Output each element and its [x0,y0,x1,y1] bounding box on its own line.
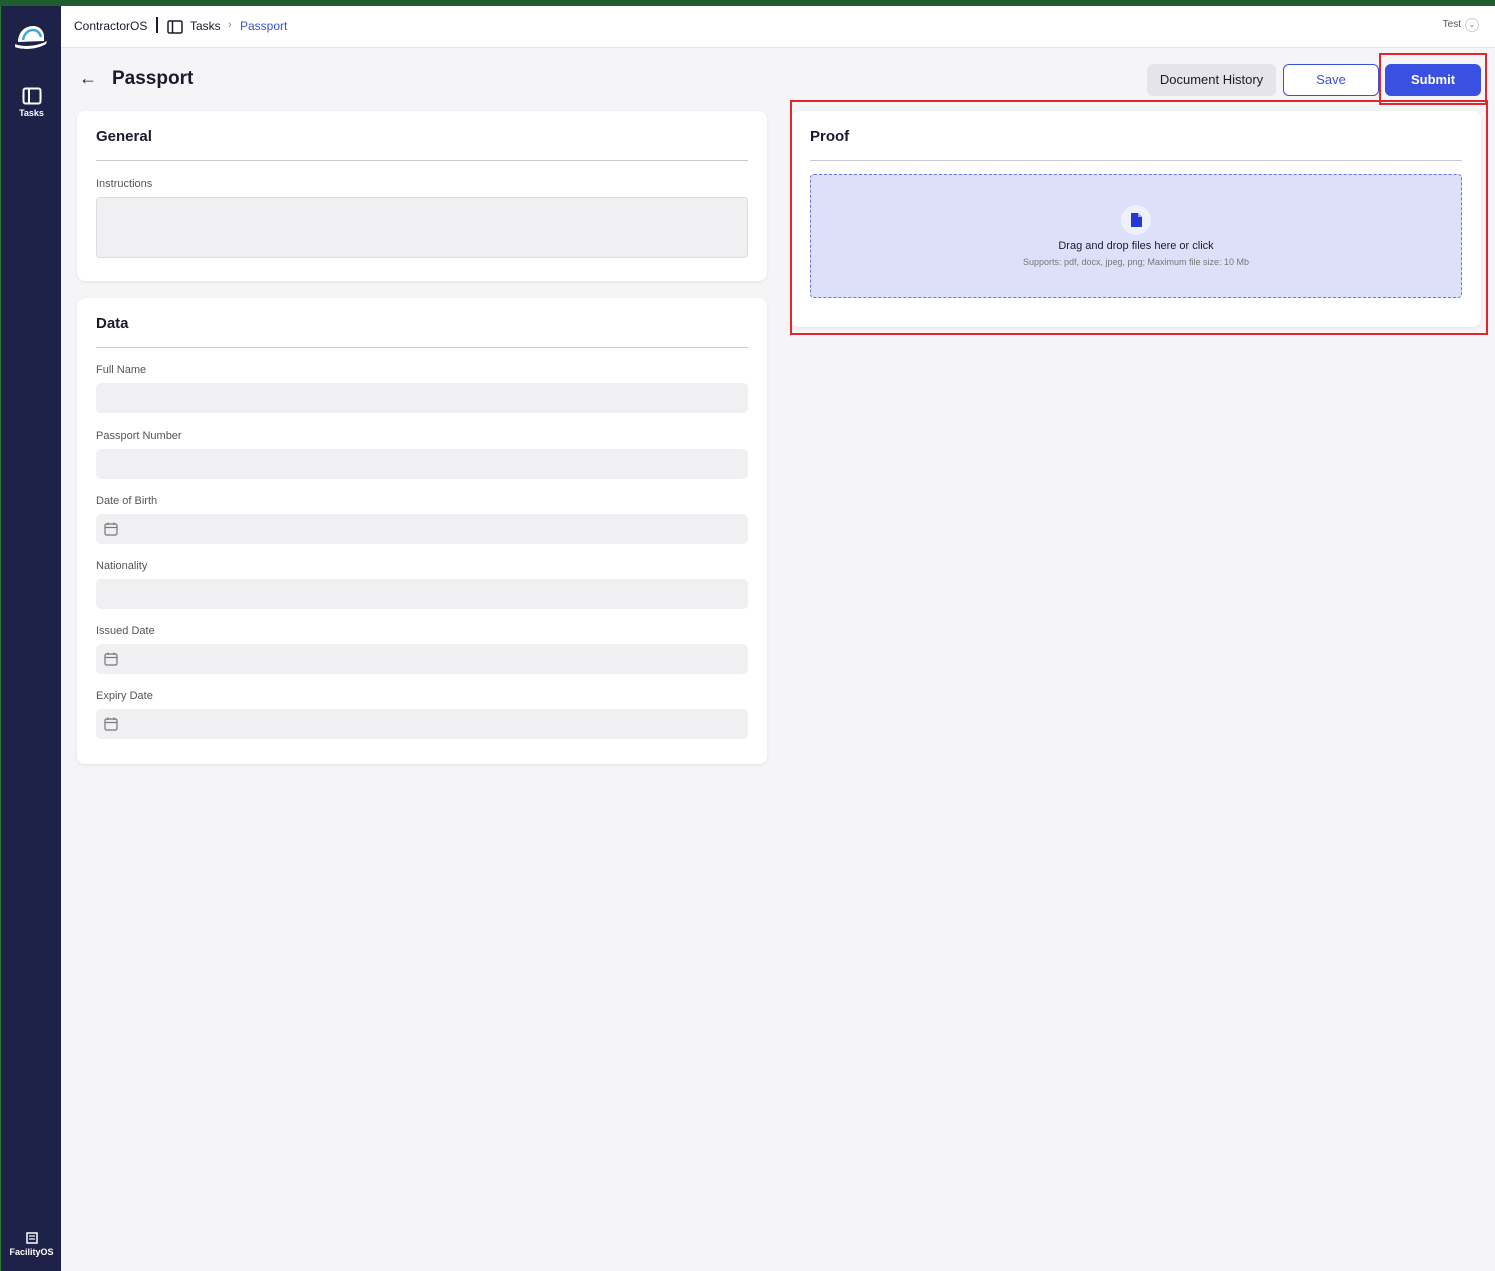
chevron-down-icon: ⌄ [1465,18,1479,32]
sidebar-item-tasks-label: Tasks [19,108,44,118]
building-icon [25,1232,38,1244]
divider [156,17,158,33]
date-of-birth-input[interactable] [96,514,748,544]
general-card: General Instructions [77,111,767,281]
instructions-textarea[interactable] [96,197,748,258]
divider [96,160,748,161]
page-title: Passport [112,68,194,89]
hard-hat-logo-icon[interactable] [14,20,48,54]
issued-date-input[interactable] [96,644,748,674]
calendar-icon[interactable] [104,717,118,731]
breadcrumb-tasks[interactable]: Tasks [190,19,221,33]
document-history-button[interactable]: Document History [1147,64,1276,96]
date-of-birth-label: Date of Birth [96,495,158,507]
breadcrumb-separator: › [228,19,232,31]
app-name[interactable]: ContractorOS [74,19,147,33]
calendar-icon[interactable] [104,652,118,666]
expiry-date-input[interactable] [96,709,748,739]
sidebar-item-facilityos[interactable]: FacilityOS [1,1232,62,1257]
instructions-label: Instructions [96,178,153,190]
user-menu[interactable]: Test ⌄ [1443,18,1479,32]
breadcrumb-current: Passport [240,19,288,33]
highlight-box-submit [1379,53,1487,105]
general-title: General [96,128,152,145]
passport-number-label: Passport Number [96,430,182,442]
highlight-box-proof [790,100,1488,335]
save-button[interactable]: Save [1283,64,1379,96]
divider [96,347,748,348]
nationality-label: Nationality [96,560,148,572]
expiry-date-label: Expiry Date [96,690,153,702]
panel-layout-icon [167,20,183,34]
calendar-icon[interactable] [104,522,118,536]
sidebar-item-facilityos-label: FacilityOS [9,1247,54,1257]
back-arrow-icon[interactable]: ← [79,68,97,89]
data-title: Data [96,315,129,332]
user-name: Test [1442,19,1461,30]
panel-layout-icon [22,87,41,105]
issued-date-label: Issued Date [96,625,155,637]
sidebar: Tasks FacilityOS [0,6,61,1271]
passport-number-input[interactable] [96,449,748,479]
top-bar: ContractorOS Tasks › Passport Test ⌄ [61,6,1495,48]
sidebar-item-tasks[interactable]: Tasks [1,87,62,118]
full-name-label: Full Name [96,364,147,376]
nationality-input[interactable] [96,579,748,609]
data-card: Data Full Name Passport Number Date of B… [77,298,767,764]
full-name-input[interactable] [96,383,748,413]
